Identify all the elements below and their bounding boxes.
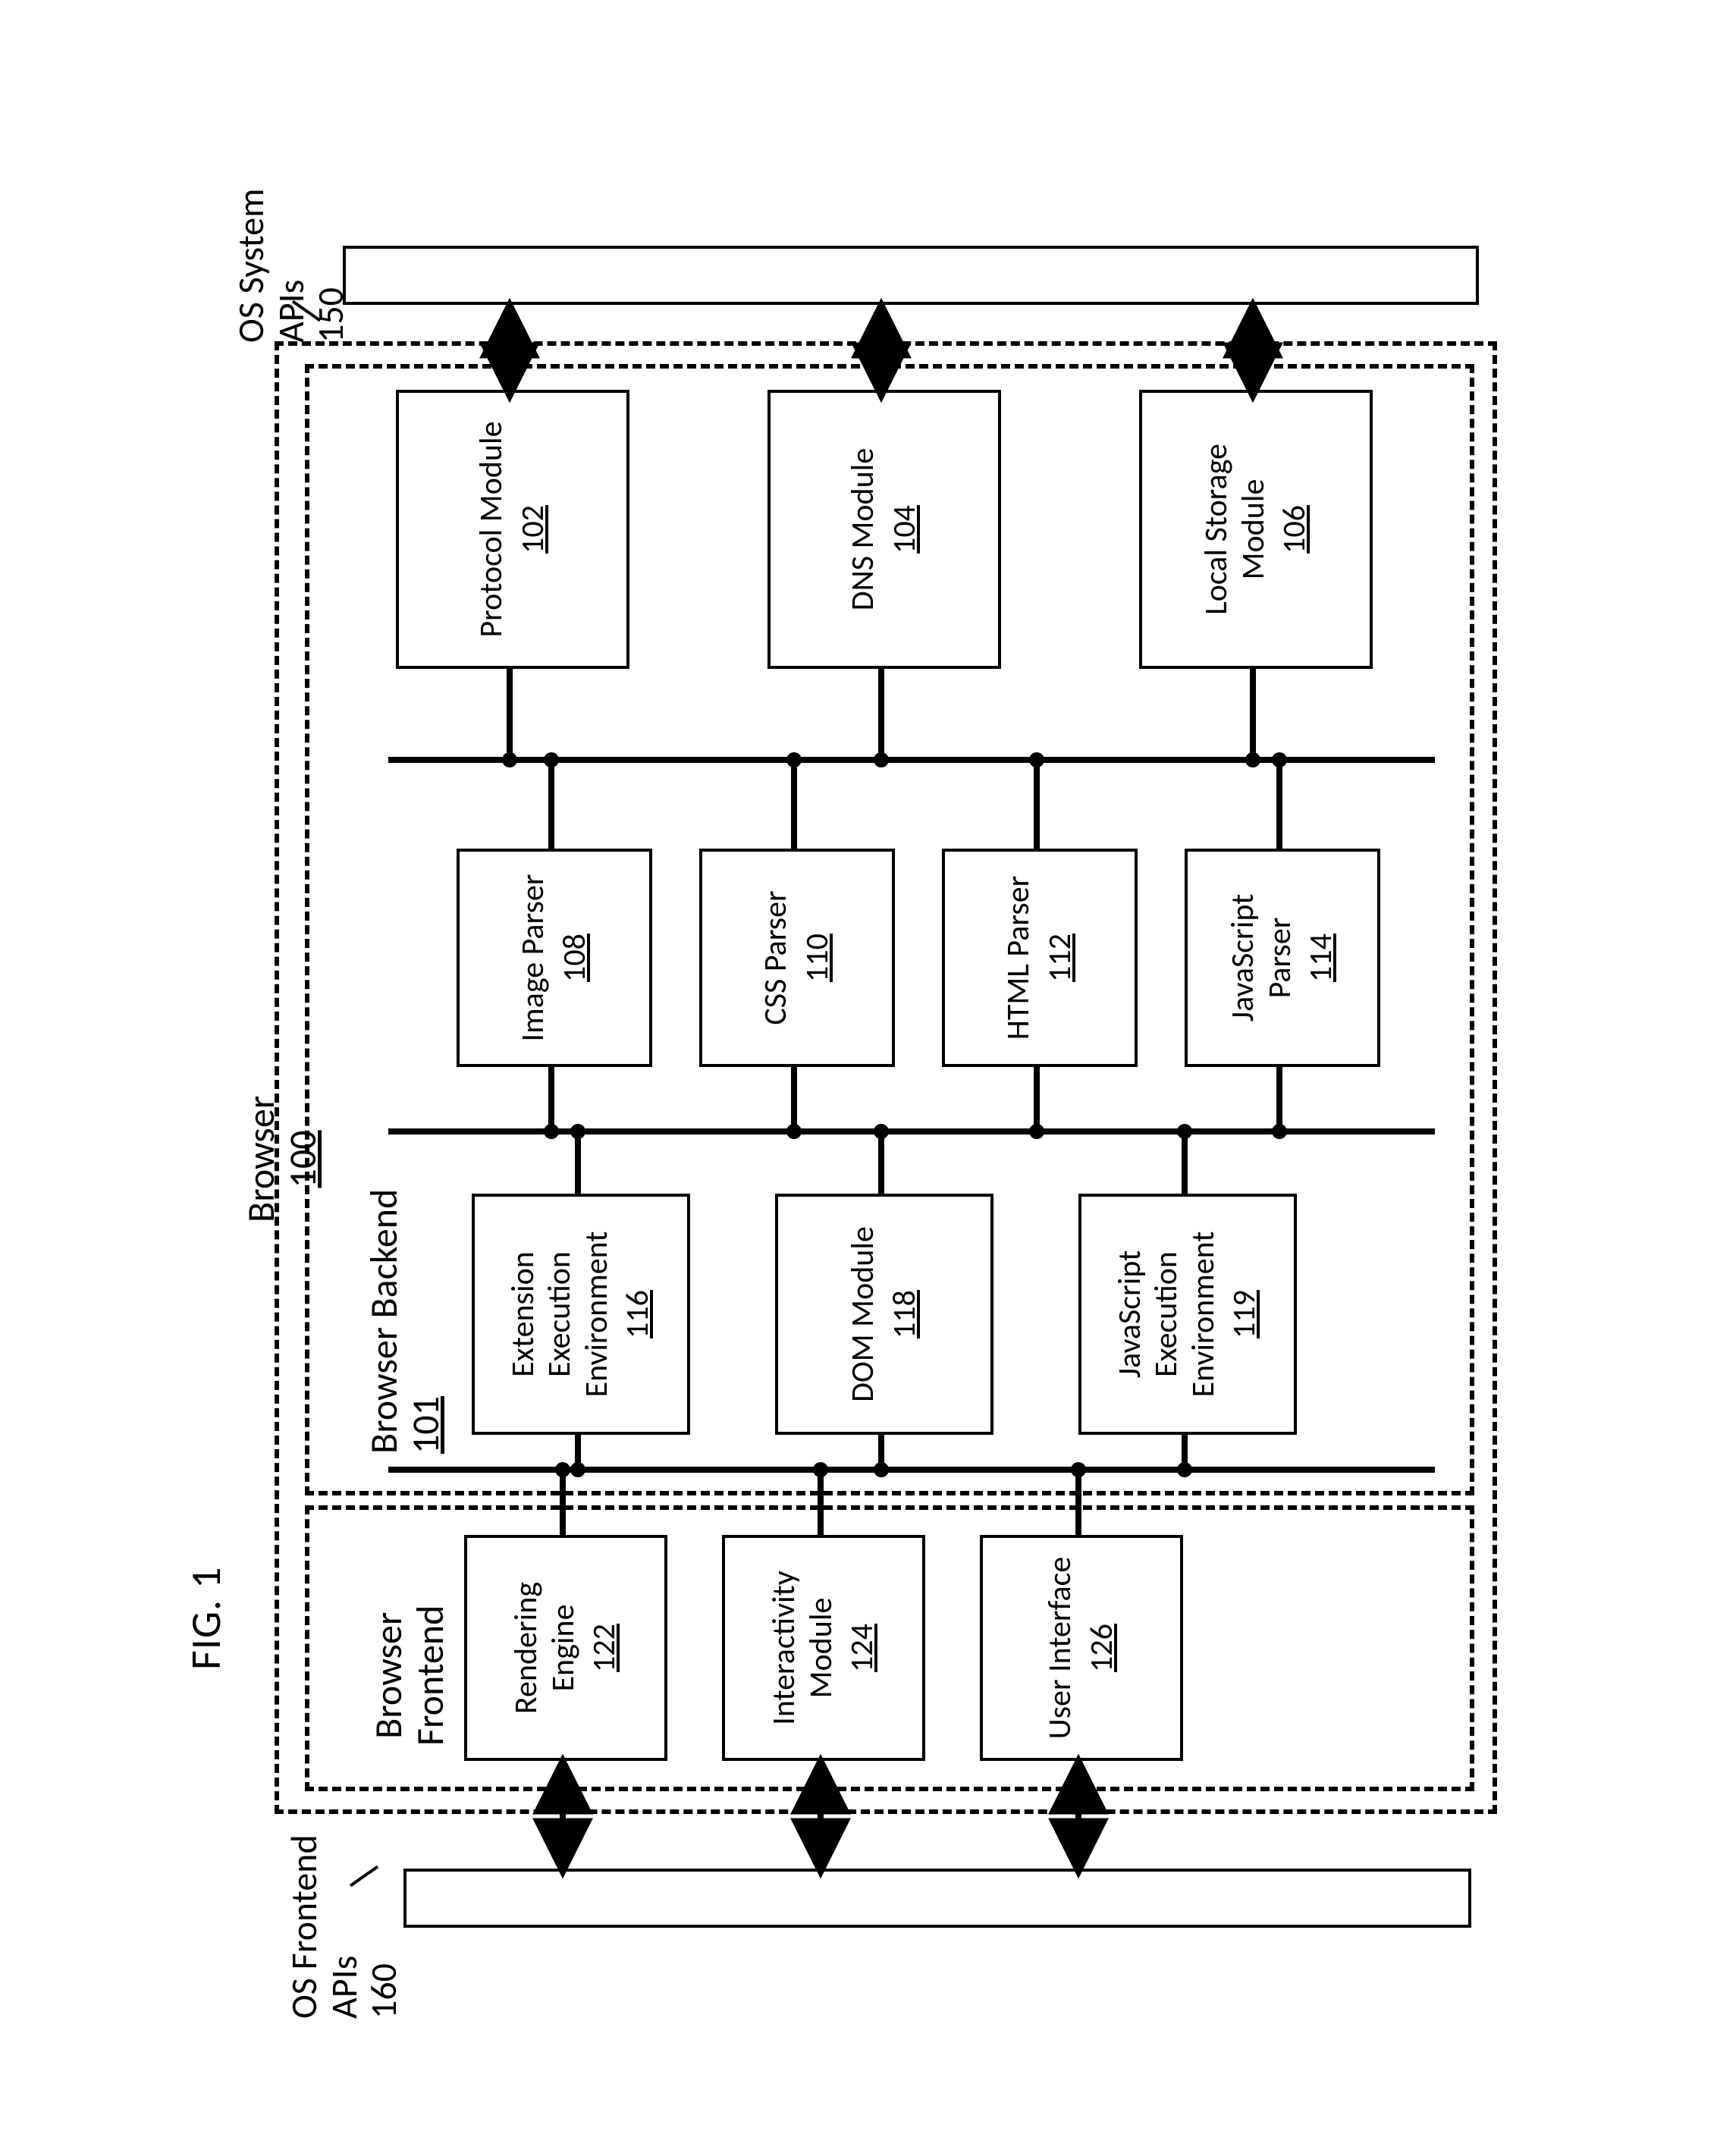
diagram: FIG. 1 Browser 100 OS System APIs 150 OS… bbox=[138, 93, 1579, 2064]
arrows bbox=[138, 93, 1579, 2064]
